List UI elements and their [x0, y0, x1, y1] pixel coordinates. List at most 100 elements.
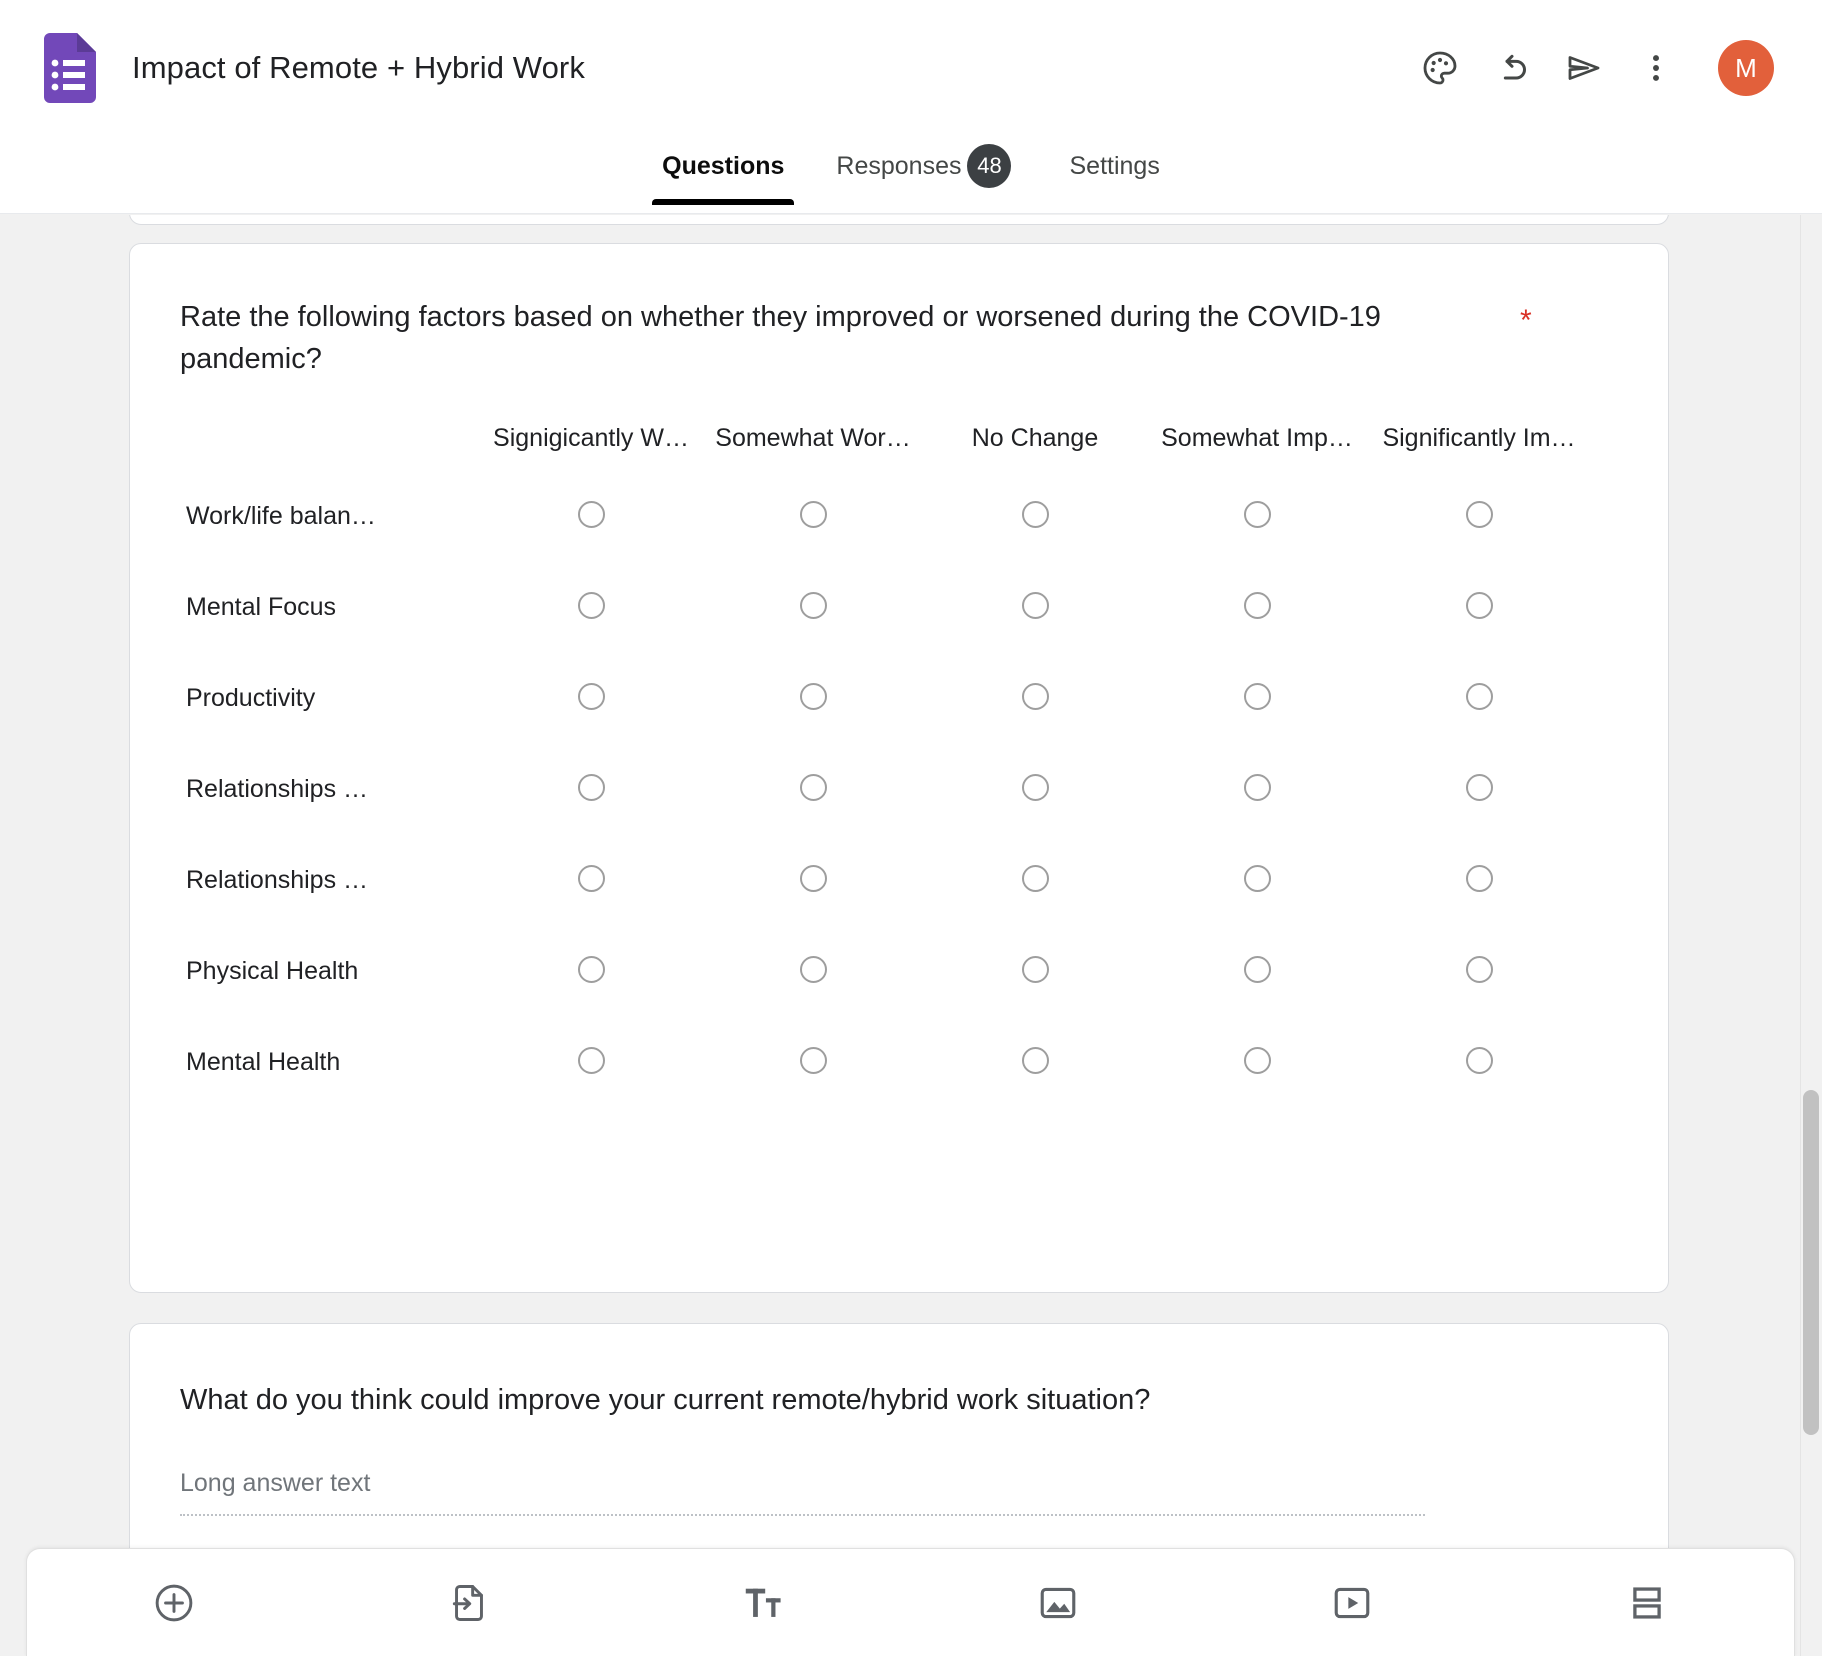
- grid-cell[interactable]: [924, 471, 1146, 562]
- grid-cell[interactable]: [1368, 562, 1590, 653]
- import-questions-icon[interactable]: [322, 1549, 617, 1656]
- radio-button[interactable]: [1465, 955, 1493, 983]
- grid-cell[interactable]: [1368, 471, 1590, 562]
- grid-cell[interactable]: [1146, 562, 1368, 653]
- page-title[interactable]: Impact of Remote + Hybrid Work: [132, 50, 585, 86]
- radio-button[interactable]: [1465, 773, 1493, 801]
- add-question-icon[interactable]: [27, 1549, 322, 1656]
- send-icon[interactable]: [1552, 36, 1616, 100]
- radio-button[interactable]: [577, 1046, 605, 1074]
- radio-button[interactable]: [799, 955, 827, 983]
- grid-cell[interactable]: [702, 835, 924, 926]
- grid-row-label: Relationships …: [186, 775, 369, 804]
- undo-icon[interactable]: [1480, 36, 1544, 100]
- grid-cell[interactable]: [1146, 835, 1368, 926]
- vertical-scrollbar-track[interactable]: [1800, 215, 1822, 1656]
- question-card-long-answer[interactable]: What do you think could improve your cur…: [129, 1323, 1669, 1573]
- grid-cell[interactable]: [924, 835, 1146, 926]
- grid-cell[interactable]: [480, 835, 702, 926]
- grid-body: Work/life balan… Mental Focus Productivi…: [150, 471, 1590, 1108]
- grid-cell[interactable]: [1146, 471, 1368, 562]
- question-card-grid[interactable]: Rate the following factors based on whet…: [129, 243, 1669, 1293]
- radio-button[interactable]: [1465, 1046, 1493, 1074]
- radio-button[interactable]: [1021, 864, 1049, 892]
- grid-cell[interactable]: [924, 744, 1146, 835]
- radio-button[interactable]: [1021, 682, 1049, 710]
- grid-cell[interactable]: [702, 1017, 924, 1108]
- radio-button[interactable]: [1021, 591, 1049, 619]
- add-video-icon[interactable]: [1205, 1549, 1500, 1656]
- grid-cell[interactable]: [702, 471, 924, 562]
- radio-button[interactable]: [577, 500, 605, 528]
- grid-cell[interactable]: [702, 744, 924, 835]
- grid-cell[interactable]: [480, 926, 702, 1017]
- radio-button[interactable]: [1243, 864, 1271, 892]
- grid-cell[interactable]: [924, 653, 1146, 744]
- radio-button[interactable]: [1465, 682, 1493, 710]
- radio-button[interactable]: [577, 591, 605, 619]
- tab-questions[interactable]: Questions: [636, 136, 810, 205]
- editor-bottom-toolbar: [26, 1548, 1795, 1656]
- radio-button[interactable]: [577, 682, 605, 710]
- avatar[interactable]: M: [1718, 40, 1774, 96]
- radio-button[interactable]: [1243, 773, 1271, 801]
- add-section-icon[interactable]: [1500, 1549, 1795, 1656]
- grid-row: Relationships …: [150, 744, 1590, 835]
- radio-button[interactable]: [1243, 682, 1271, 710]
- grid-cell[interactable]: [480, 653, 702, 744]
- long-answer-placeholder: Long answer text: [180, 1468, 371, 1497]
- grid-cell[interactable]: [1146, 653, 1368, 744]
- radio-button[interactable]: [1021, 500, 1049, 528]
- add-image-icon[interactable]: [911, 1549, 1206, 1656]
- grid-cell[interactable]: [1146, 744, 1368, 835]
- radio-button[interactable]: [1021, 773, 1049, 801]
- grid-cell[interactable]: [480, 1017, 702, 1108]
- radio-button[interactable]: [1243, 1046, 1271, 1074]
- grid-row: Physical Health: [150, 926, 1590, 1017]
- grid-cell[interactable]: [1368, 835, 1590, 926]
- grid-cell[interactable]: [480, 471, 702, 562]
- tab-settings[interactable]: Settings: [1043, 136, 1185, 196]
- grid-cell[interactable]: [1368, 744, 1590, 835]
- grid-cell[interactable]: [480, 562, 702, 653]
- palette-icon[interactable]: [1408, 36, 1472, 100]
- radio-button[interactable]: [577, 864, 605, 892]
- radio-button[interactable]: [799, 591, 827, 619]
- radio-button[interactable]: [1021, 955, 1049, 983]
- grid-cell[interactable]: [924, 1017, 1146, 1108]
- radio-button[interactable]: [1243, 500, 1271, 528]
- long-answer-field[interactable]: Long answer text: [180, 1469, 1425, 1516]
- vertical-scrollbar-thumb[interactable]: [1803, 1090, 1819, 1435]
- previous-question-card-partial[interactable]: [129, 215, 1669, 225]
- radio-button[interactable]: [1243, 955, 1271, 983]
- grid-cell[interactable]: [1368, 926, 1590, 1017]
- radio-button[interactable]: [799, 773, 827, 801]
- google-forms-icon[interactable]: [38, 33, 96, 103]
- radio-button[interactable]: [1465, 500, 1493, 528]
- grid-cell[interactable]: [1368, 653, 1590, 744]
- radio-button[interactable]: [577, 773, 605, 801]
- radio-button[interactable]: [577, 955, 605, 983]
- grid-cell[interactable]: [702, 926, 924, 1017]
- tab-responses[interactable]: Responses 48: [810, 136, 1043, 196]
- grid-cell[interactable]: [1146, 926, 1368, 1017]
- more-vert-icon[interactable]: [1624, 36, 1688, 100]
- grid-cell[interactable]: [702, 653, 924, 744]
- grid-cell[interactable]: [1146, 1017, 1368, 1108]
- radio-button[interactable]: [799, 682, 827, 710]
- radio-button[interactable]: [1465, 591, 1493, 619]
- grid-cell[interactable]: [1368, 1017, 1590, 1108]
- radio-button[interactable]: [799, 864, 827, 892]
- add-title-description-icon[interactable]: [616, 1549, 911, 1656]
- radio-button[interactable]: [799, 1046, 827, 1074]
- radio-button[interactable]: [1465, 864, 1493, 892]
- grid-cell[interactable]: [924, 562, 1146, 653]
- radio-button[interactable]: [1021, 1046, 1049, 1074]
- grid-cell[interactable]: [480, 744, 702, 835]
- tabs: Questions Responses 48 Settings: [636, 136, 1186, 205]
- radio-button[interactable]: [799, 500, 827, 528]
- grid-cell[interactable]: [924, 926, 1146, 1017]
- radio-button[interactable]: [1243, 591, 1271, 619]
- tab-settings-label: Settings: [1069, 151, 1160, 180]
- grid-cell[interactable]: [702, 562, 924, 653]
